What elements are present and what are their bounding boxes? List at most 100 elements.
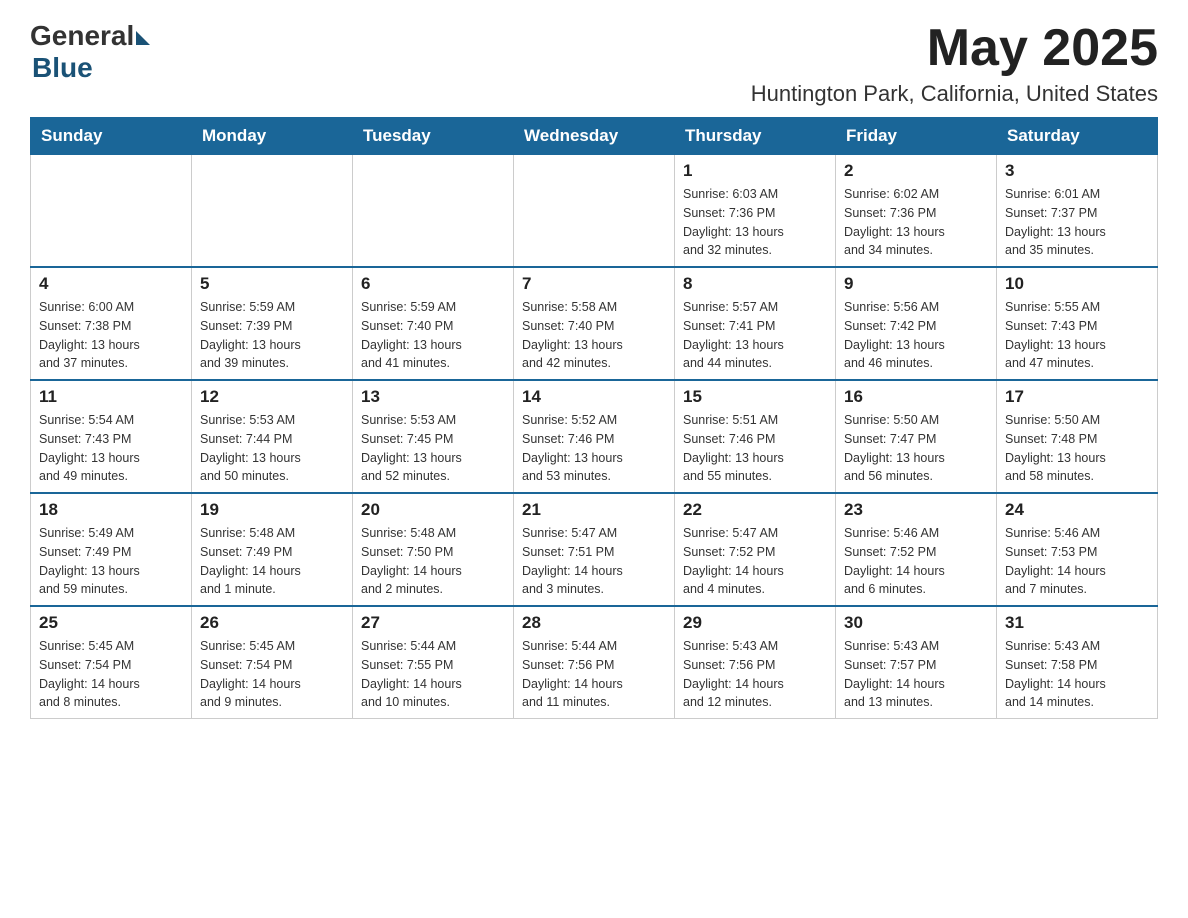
day-number: 2 [844, 161, 988, 181]
calendar-cell: 19 Sunrise: 5:48 AM Sunset: 7:49 PM Dayli… [192, 493, 353, 606]
calendar-cell: 26 Sunrise: 5:45 AM Sunset: 7:54 PM Dayli… [192, 606, 353, 719]
calendar-week-1: 1 Sunrise: 6:03 AM Sunset: 7:36 PM Daylig… [31, 155, 1158, 268]
day-number: 8 [683, 274, 827, 294]
logo-general-text: General [30, 20, 134, 52]
day-info: Sunrise: 5:57 AM Sunset: 7:41 PM Dayligh… [683, 298, 827, 373]
day-number: 16 [844, 387, 988, 407]
day-number: 23 [844, 500, 988, 520]
day-number: 5 [200, 274, 344, 294]
logo-blue-text: Blue [32, 52, 93, 84]
calendar-cell: 21 Sunrise: 5:47 AM Sunset: 7:51 PM Dayli… [514, 493, 675, 606]
day-number: 17 [1005, 387, 1149, 407]
day-number: 12 [200, 387, 344, 407]
calendar-cell: 31 Sunrise: 5:43 AM Sunset: 7:58 PM Dayli… [997, 606, 1158, 719]
day-number: 28 [522, 613, 666, 633]
day-number: 11 [39, 387, 183, 407]
day-number: 1 [683, 161, 827, 181]
day-info: Sunrise: 5:43 AM Sunset: 7:58 PM Dayligh… [1005, 637, 1149, 712]
calendar-cell: 11 Sunrise: 5:54 AM Sunset: 7:43 PM Dayli… [31, 380, 192, 493]
day-number: 31 [1005, 613, 1149, 633]
calendar-header-monday: Monday [192, 118, 353, 155]
calendar-cell: 5 Sunrise: 5:59 AM Sunset: 7:39 PM Daylig… [192, 267, 353, 380]
day-number: 19 [200, 500, 344, 520]
day-info: Sunrise: 5:43 AM Sunset: 7:56 PM Dayligh… [683, 637, 827, 712]
day-info: Sunrise: 5:43 AM Sunset: 7:57 PM Dayligh… [844, 637, 988, 712]
day-info: Sunrise: 5:54 AM Sunset: 7:43 PM Dayligh… [39, 411, 183, 486]
page-header: General Blue May 2025 Huntington Park, C… [30, 20, 1158, 107]
day-info: Sunrise: 5:58 AM Sunset: 7:40 PM Dayligh… [522, 298, 666, 373]
calendar-cell: 14 Sunrise: 5:52 AM Sunset: 7:46 PM Dayli… [514, 380, 675, 493]
day-info: Sunrise: 5:45 AM Sunset: 7:54 PM Dayligh… [39, 637, 183, 712]
day-number: 3 [1005, 161, 1149, 181]
day-info: Sunrise: 6:02 AM Sunset: 7:36 PM Dayligh… [844, 185, 988, 260]
calendar-header-friday: Friday [836, 118, 997, 155]
logo-arrow-icon [136, 31, 150, 45]
calendar-cell: 12Sunrise: 5:53 AM Sunset: 7:44 PM Dayli… [192, 380, 353, 493]
calendar-cell: 1 Sunrise: 6:03 AM Sunset: 7:36 PM Daylig… [675, 155, 836, 268]
day-info: Sunrise: 5:52 AM Sunset: 7:46 PM Dayligh… [522, 411, 666, 486]
calendar-cell: 10 Sunrise: 5:55 AM Sunset: 7:43 PM Dayli… [997, 267, 1158, 380]
day-number: 26 [200, 613, 344, 633]
day-info: Sunrise: 5:48 AM Sunset: 7:50 PM Dayligh… [361, 524, 505, 599]
calendar-cell: 6Sunrise: 5:59 AM Sunset: 7:40 PM Daylig… [353, 267, 514, 380]
day-number: 10 [1005, 274, 1149, 294]
day-number: 13 [361, 387, 505, 407]
day-info: Sunrise: 5:51 AM Sunset: 7:46 PM Dayligh… [683, 411, 827, 486]
calendar-cell: 8 Sunrise: 5:57 AM Sunset: 7:41 PM Daylig… [675, 267, 836, 380]
location-title: Huntington Park, California, United Stat… [751, 81, 1158, 107]
calendar-cell: 4 Sunrise: 6:00 AM Sunset: 7:38 PM Daylig… [31, 267, 192, 380]
calendar-cell [353, 155, 514, 268]
day-info: Sunrise: 5:47 AM Sunset: 7:52 PM Dayligh… [683, 524, 827, 599]
day-number: 27 [361, 613, 505, 633]
day-info: Sunrise: 5:45 AM Sunset: 7:54 PM Dayligh… [200, 637, 344, 712]
day-info: Sunrise: 5:49 AM Sunset: 7:49 PM Dayligh… [39, 524, 183, 599]
calendar-cell: 2 Sunrise: 6:02 AM Sunset: 7:36 PM Daylig… [836, 155, 997, 268]
calendar-table: SundayMondayTuesdayWednesdayThursdayFrid… [30, 117, 1158, 719]
title-area: May 2025 Huntington Park, California, Un… [751, 20, 1158, 107]
day-number: 14 [522, 387, 666, 407]
day-info: Sunrise: 6:00 AM Sunset: 7:38 PM Dayligh… [39, 298, 183, 373]
day-info: Sunrise: 5:47 AM Sunset: 7:51 PM Dayligh… [522, 524, 666, 599]
day-info: Sunrise: 5:44 AM Sunset: 7:56 PM Dayligh… [522, 637, 666, 712]
calendar-cell: 18 Sunrise: 5:49 AM Sunset: 7:49 PM Dayli… [31, 493, 192, 606]
calendar-cell: 7 Sunrise: 5:58 AM Sunset: 7:40 PM Daylig… [514, 267, 675, 380]
day-info: Sunrise: 5:59 AM Sunset: 7:39 PM Dayligh… [200, 298, 344, 373]
calendar-cell: 16Sunrise: 5:50 AM Sunset: 7:47 PM Dayli… [836, 380, 997, 493]
calendar-week-2: 4 Sunrise: 6:00 AM Sunset: 7:38 PM Daylig… [31, 267, 1158, 380]
calendar-cell: 13 Sunrise: 5:53 AM Sunset: 7:45 PM Dayli… [353, 380, 514, 493]
day-number: 4 [39, 274, 183, 294]
day-info: Sunrise: 5:53 AM Sunset: 7:45 PM Dayligh… [361, 411, 505, 486]
day-info: Sunrise: 5:46 AM Sunset: 7:52 PM Dayligh… [844, 524, 988, 599]
day-number: 22 [683, 500, 827, 520]
calendar-cell: 28 Sunrise: 5:44 AM Sunset: 7:56 PM Dayli… [514, 606, 675, 719]
calendar-header-wednesday: Wednesday [514, 118, 675, 155]
logo: General Blue [30, 20, 150, 84]
day-number: 6 [361, 274, 505, 294]
calendar-cell: 20 Sunrise: 5:48 AM Sunset: 7:50 PM Dayli… [353, 493, 514, 606]
calendar-cell: 24Sunrise: 5:46 AM Sunset: 7:53 PM Dayli… [997, 493, 1158, 606]
day-info: Sunrise: 6:03 AM Sunset: 7:36 PM Dayligh… [683, 185, 827, 260]
day-info: Sunrise: 5:48 AM Sunset: 7:49 PM Dayligh… [200, 524, 344, 599]
day-number: 20 [361, 500, 505, 520]
calendar-cell [514, 155, 675, 268]
day-number: 21 [522, 500, 666, 520]
day-info: Sunrise: 5:56 AM Sunset: 7:42 PM Dayligh… [844, 298, 988, 373]
day-info: Sunrise: 6:01 AM Sunset: 7:37 PM Dayligh… [1005, 185, 1149, 260]
calendar-cell: 22 Sunrise: 5:47 AM Sunset: 7:52 PM Dayli… [675, 493, 836, 606]
month-title: May 2025 [751, 20, 1158, 77]
day-info: Sunrise: 5:44 AM Sunset: 7:55 PM Dayligh… [361, 637, 505, 712]
calendar-cell: 27 Sunrise: 5:44 AM Sunset: 7:55 PM Dayli… [353, 606, 514, 719]
day-number: 25 [39, 613, 183, 633]
calendar-cell: 29 Sunrise: 5:43 AM Sunset: 7:56 PM Dayli… [675, 606, 836, 719]
day-info: Sunrise: 5:55 AM Sunset: 7:43 PM Dayligh… [1005, 298, 1149, 373]
calendar-cell: 30 Sunrise: 5:43 AM Sunset: 7:57 PM Dayli… [836, 606, 997, 719]
day-number: 9 [844, 274, 988, 294]
day-number: 29 [683, 613, 827, 633]
day-number: 15 [683, 387, 827, 407]
calendar-cell [192, 155, 353, 268]
day-number: 18 [39, 500, 183, 520]
day-number: 30 [844, 613, 988, 633]
day-info: Sunrise: 5:46 AM Sunset: 7:53 PM Dayligh… [1005, 524, 1149, 599]
calendar-header-saturday: Saturday [997, 118, 1158, 155]
day-number: 7 [522, 274, 666, 294]
